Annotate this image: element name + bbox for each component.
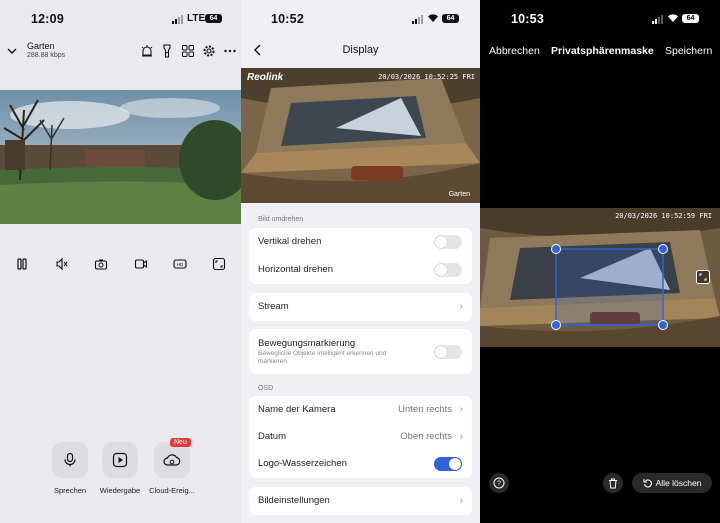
bitrate: 288.88 kbps — [27, 52, 66, 59]
motion-card: Bewegungsmarkierung Bewegliche Objekte i… — [249, 329, 472, 374]
motion-toggle[interactable] — [434, 345, 462, 359]
cloud-events-label: Cloud-Ereig... — [149, 486, 195, 495]
camera-preview: Reolink 20/03/2026 10:52:25 FRI Garten — [241, 68, 480, 203]
quality-icon[interactable]: HD — [173, 257, 187, 271]
new-badge: Neu — [170, 438, 191, 447]
horizontal-flip-toggle[interactable] — [434, 263, 462, 277]
preview-timestamp: 20/03/2026 10:52:25 FRI — [378, 73, 475, 81]
chevron-down-icon[interactable] — [5, 44, 19, 58]
fullscreen-icon[interactable] — [212, 257, 226, 271]
pause-icon[interactable] — [15, 257, 29, 271]
reolink-logo: Reolink — [247, 72, 284, 83]
help-icon: ? — [493, 477, 505, 489]
stream-row[interactable]: Stream › — [249, 293, 472, 321]
more-icon[interactable] — [223, 44, 237, 58]
horizontal-flip-label: Horizontal drehen — [258, 264, 333, 275]
horizontal-flip-row: Horizontal drehen — [249, 256, 472, 284]
status-time: 12:09 — [31, 12, 64, 26]
cloud-events-button[interactable] — [154, 442, 190, 478]
motion-row: Bewegungsmarkierung Bewegliche Objekte i… — [249, 329, 472, 365]
osd-card: Name der Kamera Unten rechts › Datum Obe… — [249, 396, 472, 478]
svg-text:?: ? — [497, 481, 501, 488]
play-icon — [112, 452, 128, 468]
battery-icon: 64 — [442, 14, 459, 23]
record-icon[interactable] — [134, 257, 148, 271]
delete-all-label: Alle löschen — [655, 478, 702, 488]
status-bar: 10:53 64 — [480, 0, 720, 38]
image-settings-label: Bildeinstellungen — [258, 495, 330, 506]
playback-label: Wiedergabe — [99, 486, 141, 495]
section-osd-label: OSD — [258, 385, 274, 392]
status-bar: 12:09 LTE 64 — [0, 0, 241, 38]
status-bar: 10:52 64 — [241, 0, 480, 38]
speaker-mute-icon[interactable] — [55, 257, 69, 271]
motion-label: Bewegungsmarkierung — [258, 338, 356, 349]
mask-timestamp: 20/03/2026 10:52:59 FRI — [615, 212, 712, 220]
snapshot-icon[interactable] — [94, 257, 108, 271]
help-button[interactable]: ? — [489, 473, 509, 493]
signal-icon — [652, 15, 663, 24]
wifi-icon — [428, 14, 438, 22]
trash-icon — [609, 478, 617, 488]
flip-card: Vertikal drehen Horizontal drehen — [249, 228, 472, 284]
motion-description: Bewegliche Objekte intelligent erkennen … — [258, 350, 387, 365]
status-time: 10:52 — [271, 12, 304, 26]
logo-watermark-toggle[interactable] — [434, 457, 462, 471]
image-settings-row[interactable]: Bildeinstellungen › — [249, 487, 472, 515]
signal-icon — [412, 15, 423, 24]
battery-icon: 64 — [682, 14, 699, 23]
camera-header: Garten 288.88 kbps — [0, 38, 241, 66]
flashlight-icon[interactable] — [160, 44, 174, 58]
live-video[interactable] — [0, 90, 241, 224]
playback-controls: HD — [0, 257, 241, 273]
date-label: Datum — [258, 431, 286, 442]
stream-card[interactable]: Stream › — [249, 293, 472, 321]
chevron-right-icon: › — [459, 301, 463, 312]
microphone-icon — [64, 452, 76, 467]
gear-icon[interactable] — [202, 44, 216, 58]
cloud-icon — [163, 454, 181, 466]
cancel-button[interactable]: Abbrechen — [489, 45, 540, 57]
camera-name[interactable]: Garten — [27, 41, 55, 51]
signal-icon — [172, 15, 183, 24]
delete-button[interactable] — [603, 473, 623, 493]
mask-editor-view[interactable]: 20/03/2026 10:52:59 FRI — [480, 208, 720, 347]
chevron-right-icon: › — [459, 495, 463, 506]
section-flip-label: Bild umdrehen — [258, 216, 304, 223]
status-time: 10:53 — [511, 12, 544, 26]
vertical-flip-label: Vertikal drehen — [258, 236, 322, 247]
delete-all-button[interactable]: Alle löschen — [632, 473, 712, 493]
live-view-screen: 12:09 LTE 64 Garten 288.88 kbps HD Sprec… — [0, 0, 241, 523]
vertical-flip-row: Vertikal drehen — [249, 228, 472, 256]
grid-icon[interactable] — [181, 44, 195, 58]
playback-button[interactable] — [102, 442, 138, 478]
logo-watermark-label: Logo-Wasserzeichen — [258, 458, 347, 469]
chevron-right-icon: › — [459, 404, 463, 415]
chevron-right-icon: › — [459, 431, 463, 442]
camera-name-label: Name der Kamera — [258, 404, 336, 415]
camera-name-row[interactable]: Name der Kamera Unten rechts › — [249, 396, 472, 424]
privacy-mask-screen: 10:53 64 Abbrechen Privatsphärenmaske Sp… — [480, 0, 720, 523]
page-title: Display — [342, 44, 379, 56]
siren-icon[interactable] — [140, 44, 154, 58]
svg-text:HD: HD — [177, 262, 184, 267]
battery-icon: 64 — [205, 14, 222, 23]
reset-icon — [643, 479, 652, 488]
preview-camera-name: Garten — [448, 191, 470, 198]
logo-watermark-row: Logo-Wasserzeichen — [249, 450, 472, 478]
vertical-flip-toggle[interactable] — [434, 235, 462, 249]
page-title: Privatsphärenmaske — [551, 45, 654, 57]
date-value: Oben rechts — [400, 431, 452, 442]
save-button[interactable]: Speichern — [665, 45, 712, 57]
wifi-icon — [668, 14, 678, 22]
carrier-label: LTE — [187, 13, 206, 24]
speak-button[interactable] — [52, 442, 88, 478]
date-row[interactable]: Datum Oben rechts › — [249, 423, 472, 451]
image-settings-card[interactable]: Bildeinstellungen › — [249, 487, 472, 515]
display-settings-screen: 10:52 64 Display Reolink 20/03/2026 10:5… — [241, 0, 480, 523]
fullscreen-icon[interactable] — [696, 270, 710, 284]
camera-name-value: Unten rechts — [398, 404, 452, 415]
stream-label: Stream — [258, 301, 289, 312]
